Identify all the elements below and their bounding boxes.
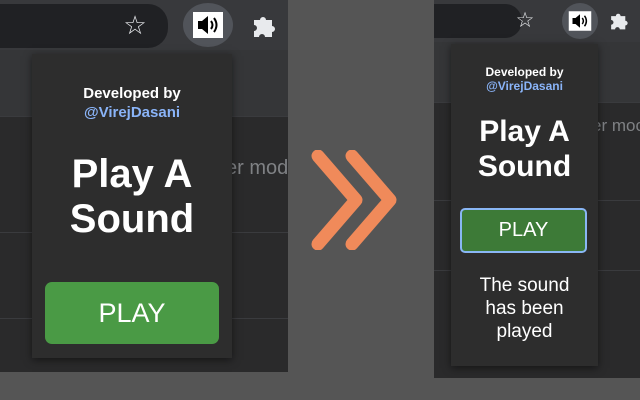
play-button[interactable]: PLAY — [45, 282, 219, 344]
background-page-text: er moc — [592, 116, 640, 135]
sound-extension-button[interactable] — [183, 3, 233, 47]
popup-title: Play A Sound — [32, 152, 232, 242]
star-icon[interactable]: ☆ — [121, 10, 149, 40]
speaker-icon — [193, 12, 223, 38]
browser-toolbar: ☆ — [434, 0, 640, 42]
address-bar[interactable] — [434, 4, 522, 38]
browser-toolbar: ☆ — [0, 0, 288, 50]
puzzle-icon[interactable] — [605, 6, 633, 34]
before-screenshot: ☆ er mod Developed by @VirejDasani Play … — [0, 0, 288, 372]
developer-label: Developed by — [485, 65, 564, 79]
background-page-text: er mod — [226, 157, 288, 179]
sound-extension-button[interactable] — [562, 3, 598, 39]
double-chevron-right-icon — [311, 150, 397, 250]
developer-label: Developed by — [83, 85, 181, 102]
developer-link[interactable]: @VirejDasani — [32, 104, 232, 121]
play-button[interactable]: PLAY — [460, 208, 587, 253]
extension-popup: Developed by @VirejDasani Play A Sound P… — [451, 44, 598, 366]
popup-title-text: Play A Sound — [477, 115, 572, 183]
after-screenshot: ☆ er moc Developed by @VirejDasani Play … — [434, 0, 640, 378]
speaker-icon — [568, 11, 592, 31]
status-message: The sound has been played — [479, 275, 570, 342]
developer-link[interactable]: @VirejDasani — [451, 79, 598, 93]
puzzle-icon[interactable] — [246, 10, 282, 40]
star-icon[interactable]: ☆ — [513, 8, 537, 32]
popup-title-text: Play A Sound — [69, 152, 195, 241]
extension-popup: Developed by @VirejDasani Play A Sound P… — [32, 54, 232, 358]
popup-title: Play A Sound — [451, 114, 598, 184]
